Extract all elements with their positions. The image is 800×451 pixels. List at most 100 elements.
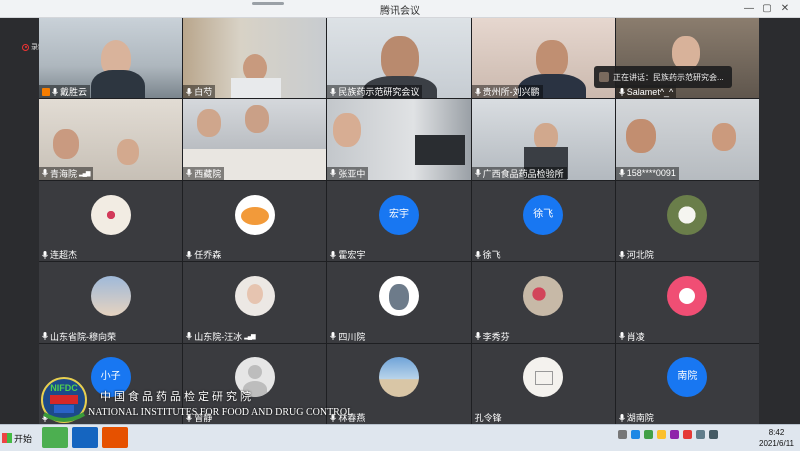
participant-avatar (378, 357, 419, 398)
speaker-avatar-icon (599, 72, 609, 82)
participant-tile[interactable]: 徐飞 徐飞 (471, 180, 615, 262)
participant-avatar: 徐飞 (523, 194, 564, 235)
participant-name: 山东省院-穆向荣 (50, 331, 116, 342)
participant-name: 山东院-汪冰 (194, 331, 243, 342)
participant-tile[interactable]: 肖凌 (615, 262, 759, 343)
participant-tile[interactable]: 李秀芬 (471, 262, 615, 343)
signal-bars-icon: ▂▄▆ (244, 333, 256, 340)
participant-name: 白芍 (194, 87, 213, 98)
mic-icon (618, 169, 625, 178)
participant-namebar: 四川院 (327, 330, 368, 343)
clock-date: 2021/6/11 (759, 439, 794, 448)
participant-tile[interactable]: 民族药示范研究会议 (327, 18, 471, 99)
participant-tile[interactable]: 张亚中 (327, 99, 471, 180)
tray-wechat-icon[interactable] (644, 430, 653, 439)
window-controls: — ▢ ✕ (740, 1, 794, 16)
participant-tile[interactable]: 白芍 (183, 18, 327, 99)
participant-avatar (667, 194, 708, 235)
clock-time: 8:42 (768, 428, 785, 437)
window-title: 腾讯会议 (380, 6, 420, 17)
participant-tile[interactable]: 戴胜云 (39, 18, 183, 99)
participant-name: 霍宏宇 (338, 250, 366, 261)
participant-avatar: 南院 (667, 357, 708, 398)
participant-avatar (523, 357, 564, 398)
mic-icon (330, 169, 337, 178)
participant-namebar: 张亚中 (327, 166, 369, 180)
mic-icon (186, 332, 193, 341)
participant-name: 青海院 (50, 168, 78, 179)
participant-namebar: 任乔森 (183, 248, 224, 261)
powerpoint-app-icon[interactable] (102, 427, 128, 448)
participant-avatar (90, 194, 131, 235)
tray-security-icon[interactable] (657, 430, 666, 439)
participant-tile[interactable]: 158****0091 (615, 99, 759, 180)
taskbar: 开始 8:42 2021/6/11 (0, 424, 800, 451)
mic-icon (42, 250, 48, 259)
wechat-app-icon[interactable] (42, 427, 68, 448)
watermark-cn: 中国食品药品检定研究院 (100, 391, 254, 403)
mic-icon (42, 169, 48, 178)
participant-namebar: 青海院 ▂▄▆ (39, 166, 93, 180)
mic-icon (330, 332, 337, 341)
mic-icon (618, 87, 625, 96)
maximize-button[interactable]: ▢ (758, 1, 776, 16)
tray-app-icon[interactable] (631, 430, 640, 439)
watermark-en: NATIONAL INSTITUTES FOR FOOD AND DRUG CO… (88, 407, 354, 418)
tencent-meeting-app-icon[interactable] (72, 427, 98, 448)
participant-name: Salamet^_^ (626, 86, 674, 97)
record-icon (22, 43, 29, 51)
taskbar-clock[interactable]: 8:42 2021/6/11 (759, 427, 794, 449)
mic-icon (330, 87, 337, 96)
tray-alert-icon[interactable] (683, 430, 692, 439)
close-button[interactable]: ✕ (776, 1, 794, 16)
participant-name: 徐飞 (482, 250, 501, 261)
mic-icon (330, 250, 337, 259)
participant-name: 任乔森 (194, 250, 222, 261)
mic-icon (186, 87, 193, 96)
participant-avatar (90, 275, 131, 316)
speaking-indicator[interactable]: 正在讲话：民族药示范研究会... (594, 66, 732, 88)
participant-name: 湖南院 (626, 413, 654, 423)
mic-icon (474, 250, 481, 259)
participant-namebar: 山东省院-穆向荣 (39, 330, 119, 343)
participant-tile[interactable]: 广西食品药品检验所 (471, 99, 615, 180)
participant-name: 戴胜云 (60, 87, 88, 98)
mic-icon (474, 332, 481, 341)
participant-namebar: 河北院 (616, 248, 657, 261)
participant-avatar (667, 275, 708, 316)
windows-flag-icon (2, 433, 12, 443)
tray-network-icon[interactable] (696, 430, 705, 439)
tray-meeting-icon[interactable] (670, 430, 679, 439)
participant-namebar: 连超杰 (39, 248, 80, 261)
minimize-button[interactable]: — (740, 1, 758, 16)
participant-tile[interactable]: 西藏院 (183, 99, 327, 180)
tray-keyboard-icon[interactable] (618, 430, 627, 439)
participant-tile[interactable]: 连超杰 (39, 180, 183, 262)
mic-icon (618, 413, 625, 422)
participant-tile[interactable]: 四川院 (327, 262, 471, 343)
participant-namebar: 山东院-汪冰 ▂▄▆ (183, 330, 257, 343)
participant-namebar: 戴胜云 (39, 85, 91, 99)
title-bar: 腾讯会议 — ▢ ✕ (0, 0, 800, 18)
participant-namebar: 孔令锋 (472, 411, 505, 424)
participant-tile[interactable]: 宏宇霍宏宇 (327, 180, 471, 262)
participant-namebar: 158****0091 (615, 166, 679, 180)
participant-tile[interactable]: 孔令锋 (471, 343, 615, 424)
participant-tile[interactable]: 河北院 (615, 180, 759, 262)
participant-tile[interactable]: 南院湖南院 (615, 343, 759, 424)
start-button[interactable]: 开始 (2, 428, 38, 448)
participant-tile[interactable]: 山东省院-穆向荣 (39, 262, 183, 343)
participant-tile[interactable]: 青海院 ▂▄▆ (39, 99, 183, 180)
mic-icon (52, 87, 58, 96)
system-tray (618, 430, 718, 439)
participant-tile[interactable]: 山东院-汪冰 ▂▄▆ (183, 262, 327, 343)
participant-avatar: 宏宇 (378, 194, 419, 235)
mic-icon (186, 169, 193, 178)
participant-namebar: 肖凌 (616, 330, 648, 343)
participant-name: 张亚中 (338, 168, 366, 179)
participant-tile[interactable]: 任乔森 (183, 180, 327, 262)
tray-volume-icon[interactable] (709, 430, 718, 439)
participant-namebar: 广西食品药品检验所 (471, 166, 567, 180)
participant-name: 四川院 (338, 331, 366, 342)
mic-icon (474, 169, 481, 178)
